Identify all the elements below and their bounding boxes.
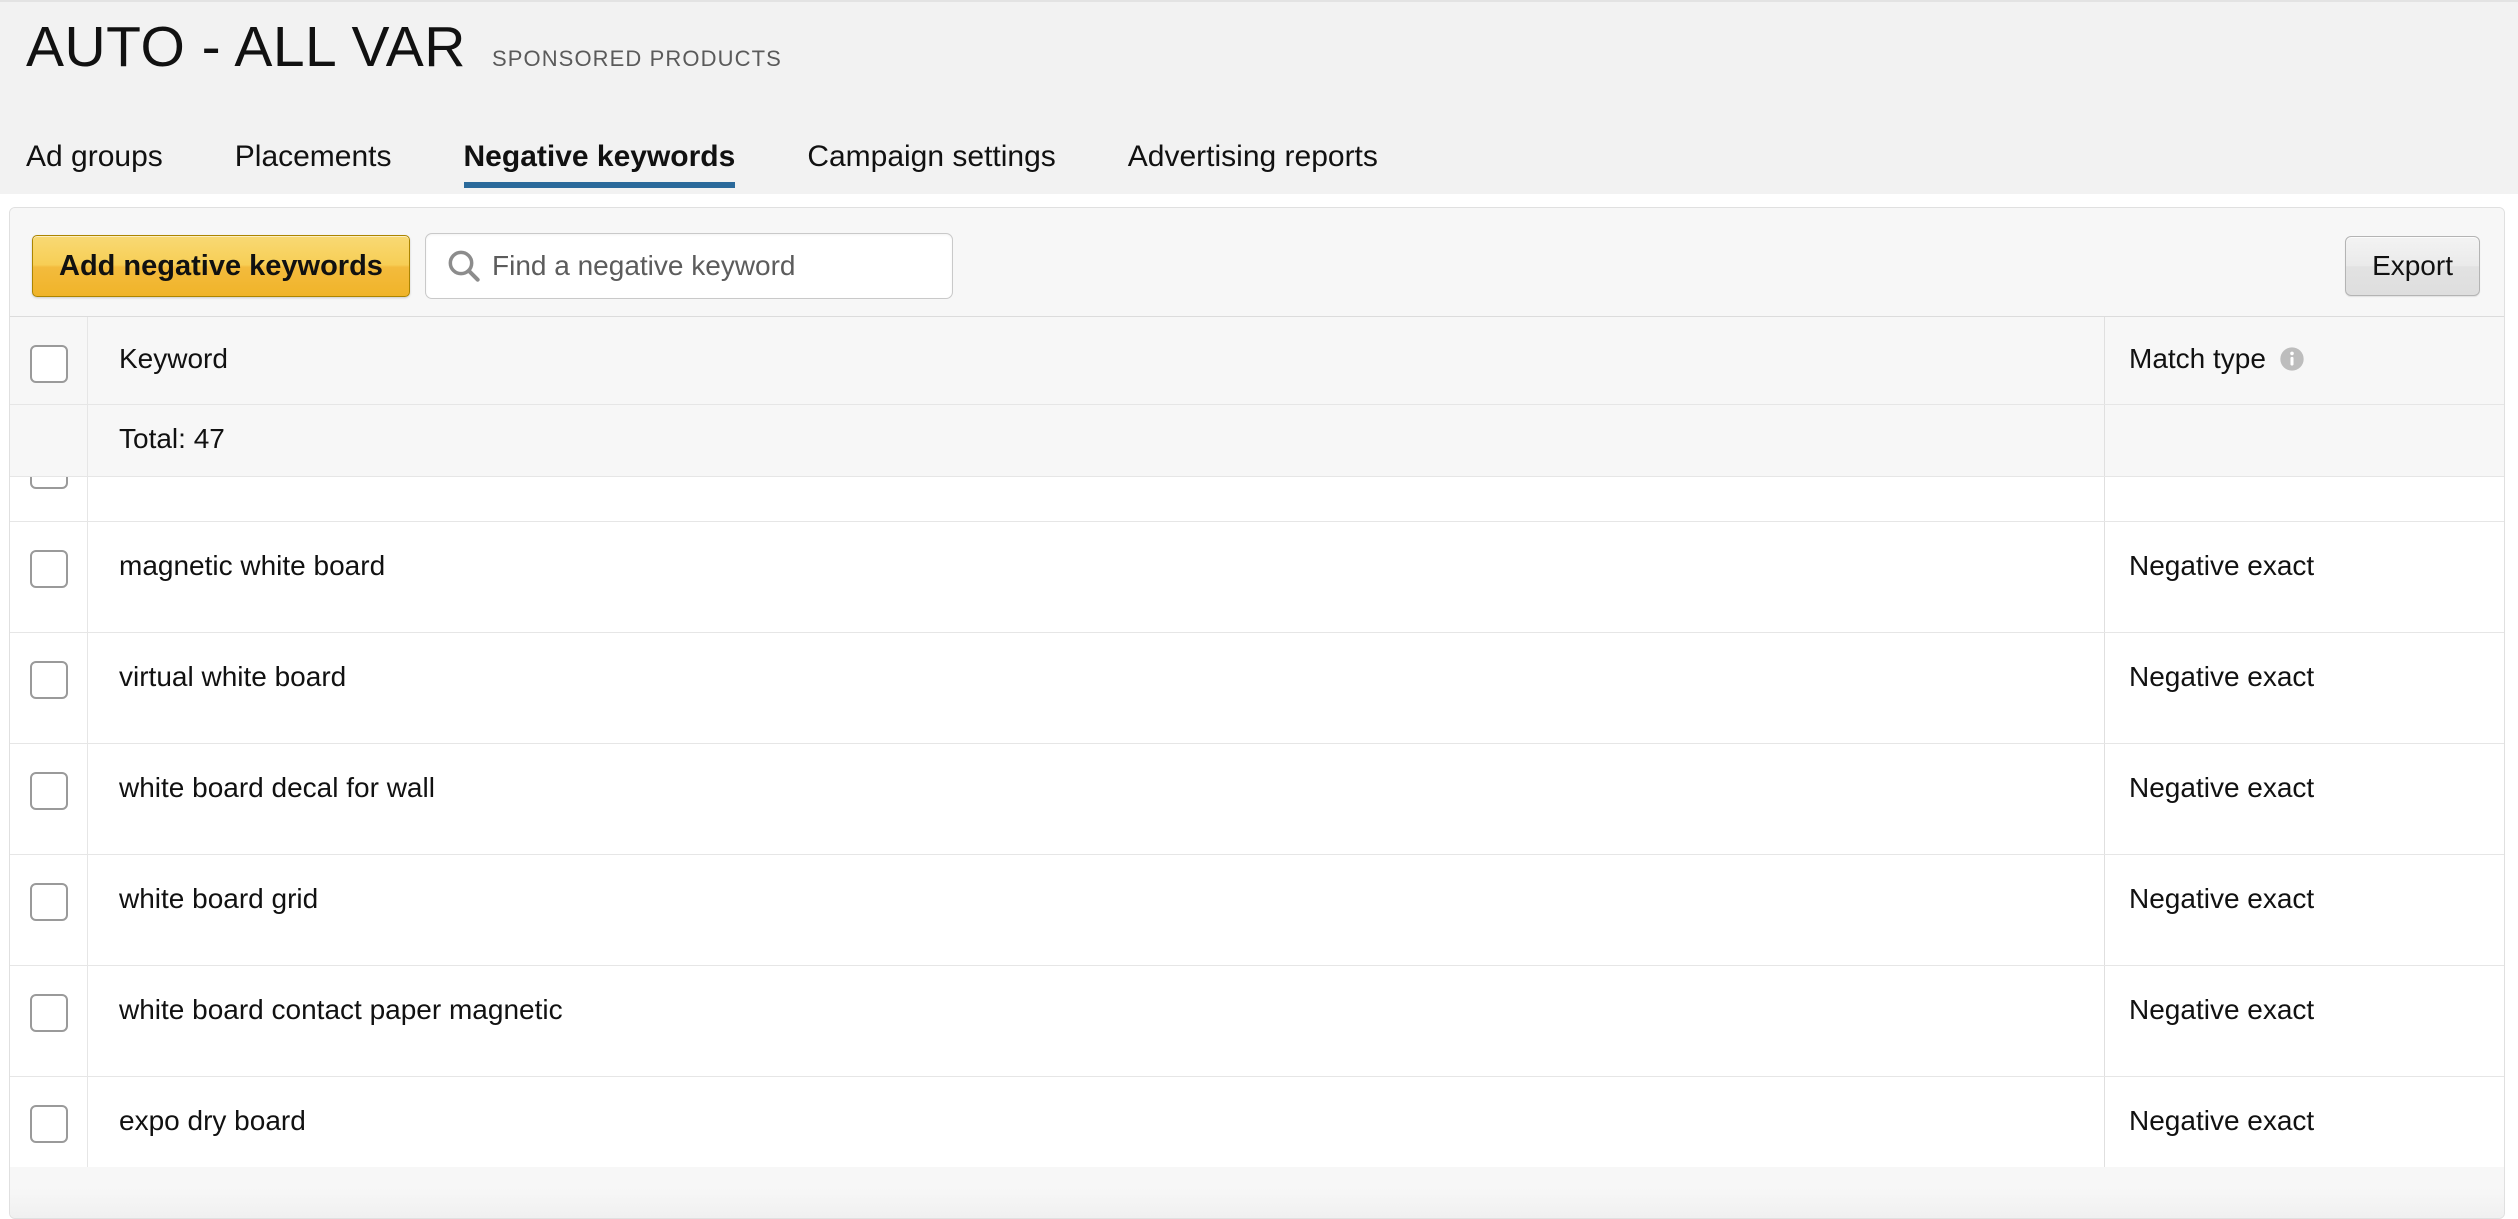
row-checkbox[interactable]	[29, 661, 68, 699]
row-keyword: expo dry board	[119, 1105, 306, 1136]
table-header-row: Keyword Match type	[10, 317, 2504, 405]
table-bottom-fade	[10, 1188, 2504, 1218]
row-checkbox-cell	[10, 633, 88, 743]
page-header: AUTO - ALL VAR SPONSORED PRODUCTS Ad gro…	[0, 0, 2518, 194]
tab-advertising-reports[interactable]: Advertising reports	[1128, 140, 1422, 196]
column-header-match-type-label: Match type	[2129, 343, 2266, 374]
column-header-keyword: Keyword	[119, 343, 228, 374]
table-row[interactable]: white board grid Negative exact	[10, 855, 2504, 966]
search-input[interactable]	[492, 234, 952, 298]
row-checkbox-cell	[10, 522, 88, 632]
row-match-type: Negative exact	[2104, 633, 2504, 743]
row-checkbox[interactable]	[29, 1105, 68, 1143]
row-keyword: magnetic white board	[119, 550, 386, 581]
table-row[interactable]	[10, 477, 2504, 522]
row-checkbox[interactable]	[29, 772, 68, 810]
export-button[interactable]: Export	[2345, 236, 2480, 296]
total-count-label: Total: 47	[119, 423, 225, 454]
total-row-match-cell	[2104, 405, 2504, 476]
tab-negative-keywords[interactable]: Negative keywords	[463, 140, 780, 196]
row-match-type: Negative exact	[2104, 744, 2504, 854]
info-icon[interactable]	[2278, 345, 2306, 373]
row-match-type: Negative exact	[2104, 855, 2504, 965]
search-field-wrapper[interactable]	[425, 233, 953, 299]
add-negative-keywords-button[interactable]: Add negative keywords	[32, 235, 410, 297]
row-checkbox[interactable]	[29, 883, 68, 921]
row-checkbox[interactable]	[29, 477, 68, 489]
search-icon	[448, 250, 480, 282]
tab-ad-groups[interactable]: Ad groups	[26, 140, 207, 196]
row-keyword: white board decal for wall	[119, 772, 435, 803]
row-checkbox[interactable]	[29, 994, 68, 1032]
column-header-match-type: Match type	[2104, 317, 2504, 404]
row-match-type	[2104, 477, 2504, 521]
row-keyword	[88, 477, 2104, 521]
row-match-type: Negative exact	[2104, 522, 2504, 632]
negative-keywords-table: Keyword Match type Total: 47 magnetic wh…	[10, 316, 2504, 1167]
row-checkbox[interactable]	[29, 550, 68, 588]
row-checkbox-cell	[10, 477, 88, 521]
campaign-tabs: Ad groups Placements Negative keywords C…	[26, 124, 1450, 196]
table-row[interactable]: white board decal for wall Negative exac…	[10, 744, 2504, 855]
row-keyword: white board grid	[119, 883, 319, 914]
tab-campaign-settings[interactable]: Campaign settings	[807, 140, 1099, 196]
row-match-type: Negative exact	[2104, 966, 2504, 1076]
select-all-cell	[10, 317, 88, 404]
table-row[interactable]: expo dry board Negative exact	[10, 1077, 2504, 1167]
campaign-header: AUTO - ALL VAR SPONSORED PRODUCTS	[26, 15, 782, 79]
row-checkbox-cell	[10, 1077, 88, 1167]
table-row[interactable]: magnetic white board Negative exact	[10, 522, 2504, 633]
campaign-type-label: SPONSORED PRODUCTS	[491, 46, 782, 71]
row-checkbox-cell	[10, 744, 88, 854]
table-row[interactable]: white board contact paper magnetic Negat…	[10, 966, 2504, 1077]
page-title: AUTO - ALL VAR	[26, 15, 466, 79]
negative-keywords-panel: Add negative keywords Export Keyword Mat…	[9, 207, 2505, 1219]
table-row[interactable]: virtual white board Negative exact	[10, 633, 2504, 744]
row-checkbox-cell	[10, 966, 88, 1076]
row-checkbox-cell	[10, 855, 88, 965]
row-match-type: Negative exact	[2104, 1077, 2504, 1167]
tab-placements[interactable]: Placements	[235, 140, 436, 196]
total-row-check-cell	[10, 405, 88, 476]
row-keyword: virtual white board	[119, 661, 347, 692]
table-total-row: Total: 47	[10, 405, 2504, 477]
select-all-checkbox[interactable]	[29, 345, 68, 383]
table-toolbar: Add negative keywords Export	[10, 208, 2504, 316]
row-keyword: white board contact paper magnetic	[119, 994, 563, 1025]
